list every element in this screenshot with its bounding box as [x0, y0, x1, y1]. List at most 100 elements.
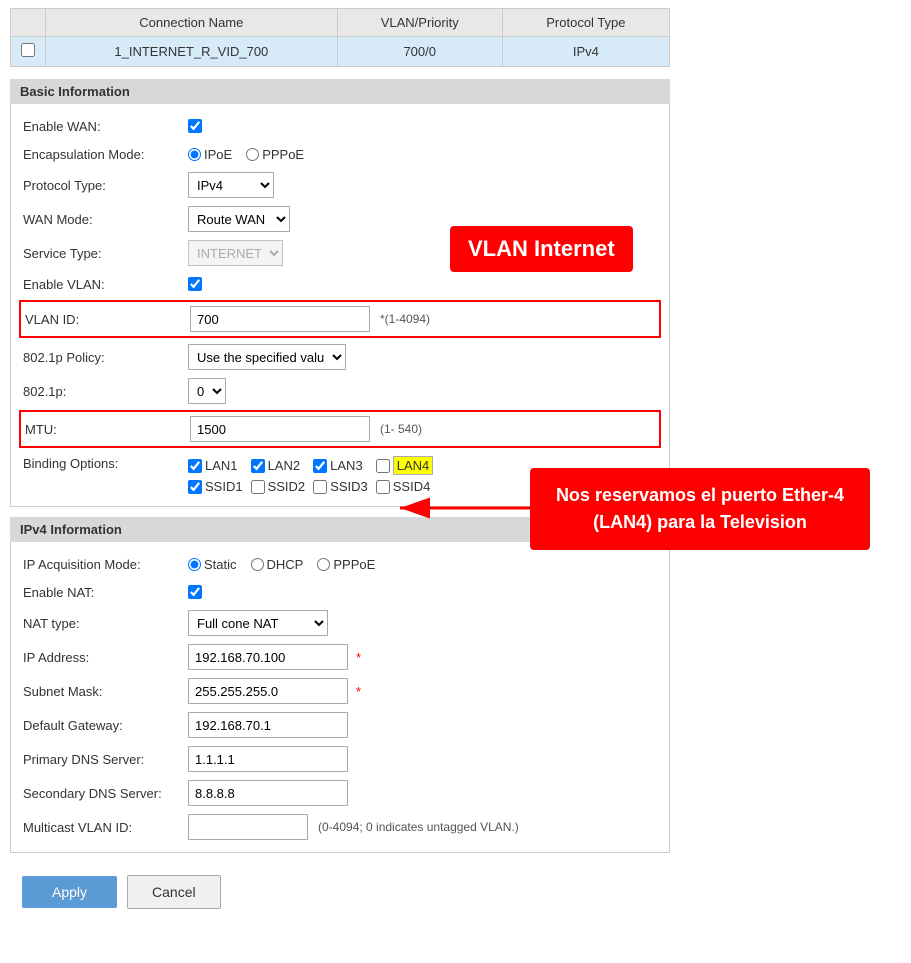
- apply-button[interactable]: Apply: [22, 876, 117, 908]
- enable-vlan-row: Enable VLAN:: [11, 270, 669, 298]
- connection-table: Connection Name VLAN/Priority Protocol T…: [10, 8, 670, 67]
- dhcp-radio[interactable]: [251, 558, 264, 571]
- p802-select[interactable]: 0 1 2 3: [188, 378, 226, 404]
- dhcp-option[interactable]: DHCP: [251, 557, 304, 572]
- vlan-id-hint: *(1-4094): [380, 312, 430, 326]
- policy-802-select[interactable]: Use the specified valu Copy from inner t…: [188, 344, 346, 370]
- secondary-dns-row: Secondary DNS Server:: [11, 776, 669, 810]
- multicast-vlan-input[interactable]: [188, 814, 308, 840]
- pppoe-ipacq-radio[interactable]: [317, 558, 330, 571]
- enable-vlan-label: Enable VLAN:: [23, 277, 188, 292]
- ip-address-input[interactable]: [188, 644, 348, 670]
- lan4-binding: LAN4: [376, 456, 434, 475]
- lan4-checkbox[interactable]: [376, 459, 390, 473]
- protocol-type-select[interactable]: IPv4 IPv6 IPv4/IPv6: [188, 172, 274, 198]
- ssid1-checkbox[interactable]: [188, 480, 202, 494]
- lan3-binding: LAN3: [313, 458, 368, 473]
- multicast-vlan-control: (0-4094; 0 indicates untagged VLAN.): [188, 814, 657, 840]
- nat-type-row: NAT type: Full cone NAT Symmetric NAT Ad…: [11, 606, 669, 640]
- lan1-label: LAN1: [205, 458, 238, 473]
- mtu-row: MTU: (1- 540): [19, 410, 661, 448]
- primary-dns-input[interactable]: [188, 746, 348, 772]
- ssid1-label: SSID1: [205, 479, 243, 494]
- subnet-mask-control: *: [188, 678, 657, 704]
- pppoe-radio[interactable]: [246, 148, 259, 161]
- secondary-dns-label: Secondary DNS Server:: [23, 786, 188, 801]
- note-annotation: Nos reservamos el puerto Ether-4 (LAN4) …: [530, 468, 870, 550]
- col-connection-name: Connection Name: [46, 9, 338, 37]
- ssid4-binding: SSID4: [376, 479, 434, 494]
- static-option[interactable]: Static: [188, 557, 237, 572]
- ipoe-option[interactable]: IPoE: [188, 147, 232, 162]
- cancel-button[interactable]: Cancel: [127, 875, 221, 909]
- p802-label: 802.1p:: [23, 384, 188, 399]
- lan2-binding: LAN2: [251, 458, 306, 473]
- primary-dns-control: [188, 746, 657, 772]
- ipoe-radio[interactable]: [188, 148, 201, 161]
- mtu-hint: (1- 540): [380, 422, 422, 436]
- ip-address-label: IP Address:: [23, 650, 188, 665]
- gateway-input[interactable]: [188, 712, 348, 738]
- primary-dns-row: Primary DNS Server:: [11, 742, 669, 776]
- pppoe-option[interactable]: PPPoE: [246, 147, 304, 162]
- row-checkbox[interactable]: [21, 43, 35, 57]
- vlan-internet-annotation: VLAN Internet: [450, 226, 633, 272]
- binding-label: Binding Options:: [23, 456, 188, 471]
- lan2-checkbox[interactable]: [251, 459, 265, 473]
- secondary-dns-input[interactable]: [188, 780, 348, 806]
- basic-info-header: Basic Information: [10, 79, 670, 104]
- ssid1-binding: SSID1: [188, 479, 243, 494]
- lan1-checkbox[interactable]: [188, 459, 202, 473]
- subnet-mask-input[interactable]: [188, 678, 348, 704]
- ip-required: *: [356, 650, 361, 665]
- ssid4-label: SSID4: [393, 479, 431, 494]
- static-radio[interactable]: [188, 558, 201, 571]
- p802-row: 802.1p: 0 1 2 3: [11, 374, 669, 408]
- service-type-select[interactable]: INTERNET: [188, 240, 283, 266]
- ssid2-checkbox[interactable]: [251, 480, 265, 494]
- enable-vlan-checkbox[interactable]: [188, 277, 202, 291]
- enable-wan-checkbox[interactable]: [188, 119, 202, 133]
- lan1-binding: LAN1: [188, 458, 243, 473]
- policy-802-control: Use the specified valu Copy from inner t…: [188, 344, 657, 370]
- lan4-label: LAN4: [393, 456, 434, 475]
- enable-wan-row: Enable WAN:: [11, 112, 669, 140]
- subnet-mask-label: Subnet Mask:: [23, 684, 188, 699]
- vlan-id-row: VLAN ID: *(1-4094): [19, 300, 661, 338]
- vlan-id-control: *(1-4094): [190, 306, 655, 332]
- ssid4-checkbox[interactable]: [376, 480, 390, 494]
- basic-info-body: Enable WAN: Encapsulation Mode: IPoE PPP…: [10, 104, 670, 507]
- ipoe-label: IPoE: [204, 147, 232, 162]
- lan2-label: LAN2: [268, 458, 301, 473]
- ip-acq-label: IP Acquisition Mode:: [23, 557, 188, 572]
- vlan-id-input[interactable]: [190, 306, 370, 332]
- wan-mode-label: WAN Mode:: [23, 212, 188, 227]
- nat-type-label: NAT type:: [23, 616, 188, 631]
- encapsulation-row: Encapsulation Mode: IPoE PPPoE: [11, 140, 669, 168]
- protocol-type-label: Protocol Type:: [23, 178, 188, 193]
- ssid3-label: SSID3: [330, 479, 368, 494]
- pppoe-ipacq-option[interactable]: PPPoE: [317, 557, 375, 572]
- pppoe-label: PPPoE: [262, 147, 304, 162]
- lan3-checkbox[interactable]: [313, 459, 327, 473]
- wan-mode-select[interactable]: Route WAN Bridge WAN: [188, 206, 290, 232]
- multicast-vlan-hint: (0-4094; 0 indicates untagged VLAN.): [318, 820, 519, 834]
- mtu-input[interactable]: [190, 416, 370, 442]
- protocol-type-row: Protocol Type: IPv4 IPv6 IPv4/IPv6: [11, 168, 669, 202]
- multicast-vlan-row: Multicast VLAN ID: (0-4094; 0 indicates …: [11, 810, 669, 844]
- policy-802-row: 802.1p Policy: Use the specified valu Co…: [11, 340, 669, 374]
- subnet-mask-row: Subnet Mask: *: [11, 674, 669, 708]
- ssid3-checkbox[interactable]: [313, 480, 327, 494]
- static-label: Static: [204, 557, 237, 572]
- vlan-priority-cell: 700/0: [337, 37, 502, 67]
- enable-nat-row: Enable NAT:: [11, 578, 669, 606]
- enable-vlan-control: [188, 277, 657, 291]
- table-row[interactable]: 1_INTERNET_R_VID_700 700/0 IPv4: [11, 37, 670, 67]
- nat-type-select[interactable]: Full cone NAT Symmetric NAT Address Rest…: [188, 610, 328, 636]
- gateway-control: [188, 712, 657, 738]
- ssid3-binding: SSID3: [313, 479, 368, 494]
- encapsulation-label: Encapsulation Mode:: [23, 147, 188, 162]
- basic-info-section: Basic Information Enable WAN: Encapsulat…: [10, 79, 670, 507]
- enable-nat-checkbox[interactable]: [188, 585, 202, 599]
- ssid2-label: SSID2: [268, 479, 306, 494]
